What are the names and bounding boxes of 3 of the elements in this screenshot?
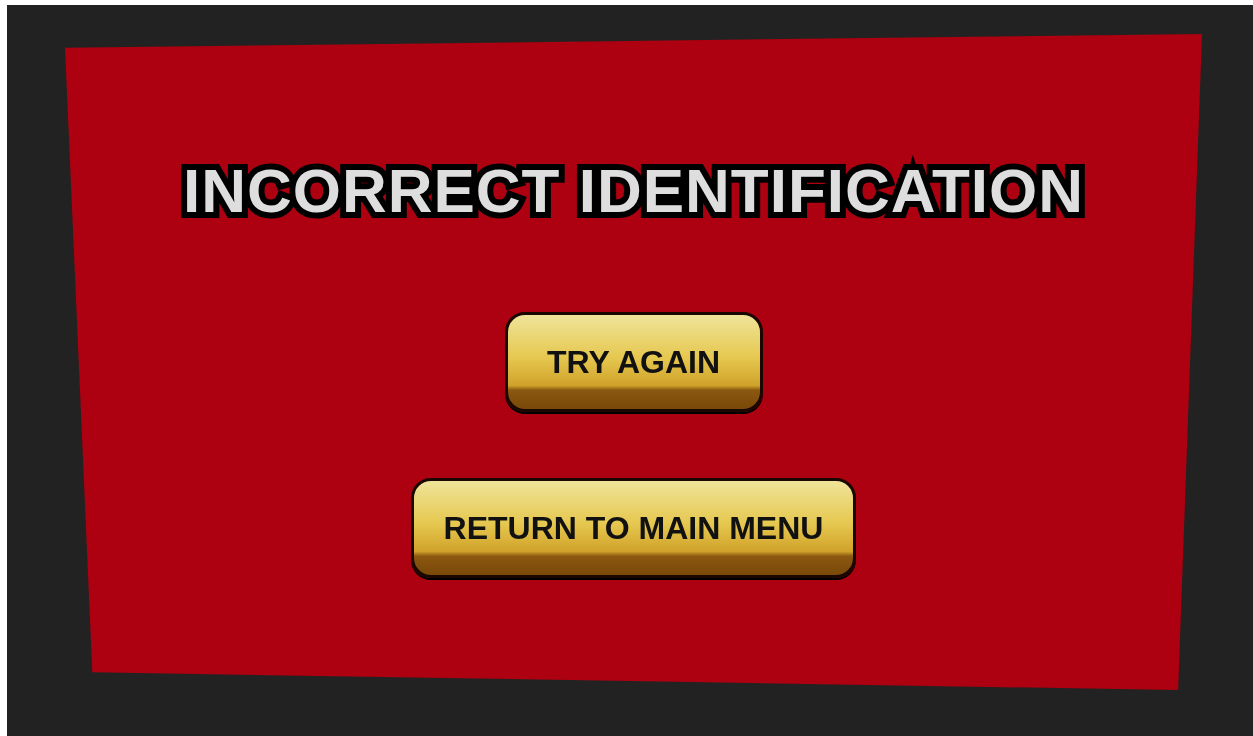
menu-button[interactable]: RETURN TO MAIN MENU <box>410 478 857 578</box>
dialog-title: INCORRECT IDENTIFICATION <box>182 155 1085 227</box>
retry-button[interactable]: TRY AGAIN <box>504 312 763 412</box>
